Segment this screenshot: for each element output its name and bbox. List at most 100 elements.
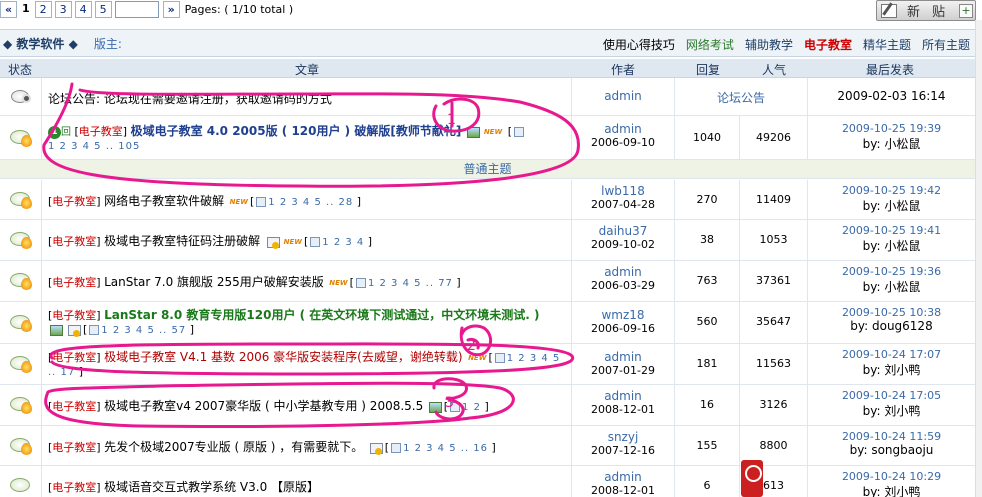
thread-views: 1053 (759, 233, 788, 246)
thread-title[interactable]: 极域电子教室特征码注册破解 (104, 234, 260, 248)
column-replies: 回复 (696, 63, 721, 77)
last-post-by[interactable]: by: 刘小鸭 (808, 361, 975, 378)
thread-category[interactable]: 电子教室 (52, 276, 96, 289)
announcement-type[interactable]: 论坛公告 (675, 89, 807, 106)
last-post-by[interactable]: by: 小松鼠 (808, 237, 975, 254)
moderator-label: 版主: (93, 36, 122, 51)
link-all-topics[interactable]: 所有主题 (922, 36, 970, 53)
thread-category[interactable]: 电子教室 (79, 125, 123, 138)
link-online-exam[interactable]: 网络考试 (686, 36, 734, 53)
new-icon: NEW (329, 279, 348, 287)
page-2-link[interactable]: 2 (34, 1, 52, 18)
hot-thread-icon (8, 128, 34, 148)
link-e-classroom[interactable]: 电子教室 (804, 36, 852, 53)
thread-title[interactable]: 极域语音交互式教学系统 V3.0 【原版】 (104, 480, 319, 494)
last-post-date[interactable]: 2009-10-24 17:07 (808, 348, 975, 361)
thread-category[interactable]: 电子教室 (52, 195, 96, 208)
thread-title[interactable]: 网络电子教室软件破解 (104, 194, 224, 208)
thread-title[interactable]: 先发个极域2007专业版 ( 原版 ) ，有需要就下。 (104, 440, 363, 454)
table-row[interactable]: [电子教室] 极域电子教室特征码注册破解 NEW[1 2 3 4 ] daihu3… (0, 220, 975, 261)
thread-category[interactable]: 电子教室 (52, 400, 96, 413)
last-post-by[interactable]: by: 刘小鸭 (808, 483, 975, 497)
prev-page-button[interactable]: « (0, 1, 17, 18)
thread-page-links[interactable]: 1 2 3 4 (322, 237, 364, 248)
plus-icon[interactable]: + (959, 4, 973, 18)
table-row[interactable]: [电子教室] 极域电子教室v4 2007豪华版 ( 中小学基教专用 ) 2008… (0, 385, 975, 426)
thread-replies: 763 (696, 274, 718, 287)
last-post-date[interactable]: 2009-10-25 19:36 (808, 265, 975, 278)
last-post-by[interactable]: by: 小松鼠 (808, 278, 975, 295)
thread-author[interactable]: lwb118 (572, 184, 674, 198)
thread-page-links[interactable]: 1 2 3 4 5 .. 16 (403, 443, 488, 454)
last-post-by[interactable]: by: doug6128 (808, 319, 975, 333)
last-post-date[interactable]: 2009-10-25 19:41 (808, 224, 975, 237)
thread-page-links[interactable]: 1 2 3 4 5 .. 28 (268, 197, 353, 208)
thread-author[interactable]: admin (572, 470, 674, 484)
last-post-by[interactable]: by: 小松鼠 (808, 197, 975, 214)
table-row[interactable]: [电子教室] 先发个极域2007专业版 ( 原版 ) ，有需要就下。 [1 2 … (0, 426, 975, 466)
thread-page-links[interactable]: 1 2 3 4 5 .. 105 (48, 141, 140, 152)
thread-author[interactable]: admin (572, 122, 674, 136)
hot-thread-icon (8, 395, 34, 415)
floating-blog-icon[interactable] (741, 460, 763, 497)
thread-author[interactable]: admin (572, 350, 674, 364)
thread-title[interactable]: LanStar 8.0 教育专用版120用户 ( 在英文环境下测试通过，中文环境… (104, 308, 539, 322)
thread-views: 37361 (756, 274, 791, 287)
thread-category[interactable]: 电子教室 (52, 441, 96, 454)
last-post-date[interactable]: 2009-10-24 17:05 (808, 389, 975, 402)
announcement-title[interactable]: 论坛公告: 论坛现在需要邀请注册，获取邀请码的方式 (48, 92, 332, 106)
new-post-button[interactable]: 新 贴 + (876, 0, 976, 21)
attachment-icon (67, 324, 81, 337)
thread-title[interactable]: 极域电子教室 4.0 2005版 ( 120用户 ) 破解版[教师节献礼] (131, 124, 462, 138)
page-jump-input[interactable] (114, 1, 159, 18)
sticky-thread-row[interactable]: 1回 [电子教室] 极域电子教室 4.0 2005版 ( 120用户 ) 破解版… (0, 116, 975, 160)
thread-date: 2008-12-01 (591, 403, 655, 416)
announcement-row[interactable]: 论坛公告: 论坛现在需要邀请注册，获取邀请码的方式 admin 论坛公告 200… (0, 78, 975, 116)
thread-author[interactable]: snzyj (572, 430, 674, 444)
last-post-date[interactable]: 2009-10-25 19:42 (808, 184, 975, 197)
image-icon (466, 126, 480, 138)
normal-topics-divider: 普通主题 (0, 160, 975, 179)
thread-author[interactable]: daihu37 (572, 224, 674, 238)
thread-category[interactable]: 电子教室 (52, 351, 96, 364)
page-4-link[interactable]: 4 (74, 1, 92, 18)
page-list-icon (513, 127, 524, 137)
table-row[interactable]: [电子教室] 极域语音交互式教学系统 V3.0 【原版】 admin 2008-1… (0, 466, 975, 497)
thread-category[interactable]: 电子教室 (52, 309, 96, 322)
last-post-by[interactable]: by: songbaoju (808, 443, 975, 457)
table-row[interactable]: [电子教室] LanStar 7.0 旗舰版 255用户破解安装版 NEW[1 … (0, 261, 975, 302)
thread-page-links[interactable]: 1 2 3 4 5 .. 77 (368, 278, 453, 289)
thread-author[interactable]: admin (572, 389, 674, 403)
thread-views: 35647 (756, 315, 791, 328)
last-post-date[interactable]: 2009-10-24 11:59 (808, 430, 975, 443)
column-topic: 文章 (295, 63, 320, 77)
last-post-date[interactable]: 2009-10-25 10:38 (808, 306, 975, 319)
last-post-date[interactable]: 2009-10-24 10:29 (808, 470, 975, 483)
thread-title[interactable]: LanStar 7.0 旗舰版 255用户破解安装版 (104, 275, 324, 289)
link-usage-tips[interactable]: 使用心得技巧 (603, 36, 675, 53)
thread-page-links[interactable]: 1 2 3 4 5 .. 57 (101, 325, 186, 336)
announcement-author[interactable]: admin (572, 89, 674, 103)
image-icon (428, 401, 442, 413)
scrollbar[interactable] (975, 20, 982, 497)
thread-author[interactable]: admin (572, 265, 674, 279)
next-page-button[interactable]: » (162, 1, 180, 18)
table-row[interactable]: [电子教室] 极域电子教室 V4.1 基数 2006 豪华版安装程序(去威望，谢… (0, 344, 975, 385)
last-post-by[interactable]: by: 刘小鸭 (808, 402, 975, 419)
thread-title[interactable]: 极域电子教室v4 2007豪华版 ( 中小学基教专用 ) 2008.5.5 (104, 399, 423, 413)
column-last-post: 最后发表 (866, 63, 915, 77)
thread-title[interactable]: 极域电子教室 V4.1 基数 2006 豪华版安装程序(去威望，谢绝转载) (104, 350, 462, 364)
page-5-link[interactable]: 5 (94, 1, 112, 18)
last-post-by[interactable]: by: 小松鼠 (808, 135, 975, 152)
thread-page-links[interactable]: 1 2 (462, 402, 481, 413)
thread-category[interactable]: 电子教室 (52, 481, 96, 494)
table-row[interactable]: [电子教室] 网络电子教室软件破解 NEW[1 2 3 4 5 .. 28 ] l… (0, 180, 975, 220)
link-featured-topics[interactable]: 精华主题 (863, 36, 911, 53)
forum-category-links: 使用心得技巧 网络考试 辅助教学 电子教室 精华主题 所有主题 (603, 36, 970, 53)
table-row[interactable]: [电子教室] LanStar 8.0 教育专用版120用户 ( 在英文环境下测试… (0, 302, 975, 344)
link-teaching-aids[interactable]: 辅助教学 (745, 36, 793, 53)
last-post-date[interactable]: 2009-10-25 19:39 (808, 122, 975, 135)
page-3-link[interactable]: 3 (54, 1, 72, 18)
thread-category[interactable]: 电子教室 (52, 235, 96, 248)
thread-author[interactable]: wmz18 (572, 308, 674, 322)
